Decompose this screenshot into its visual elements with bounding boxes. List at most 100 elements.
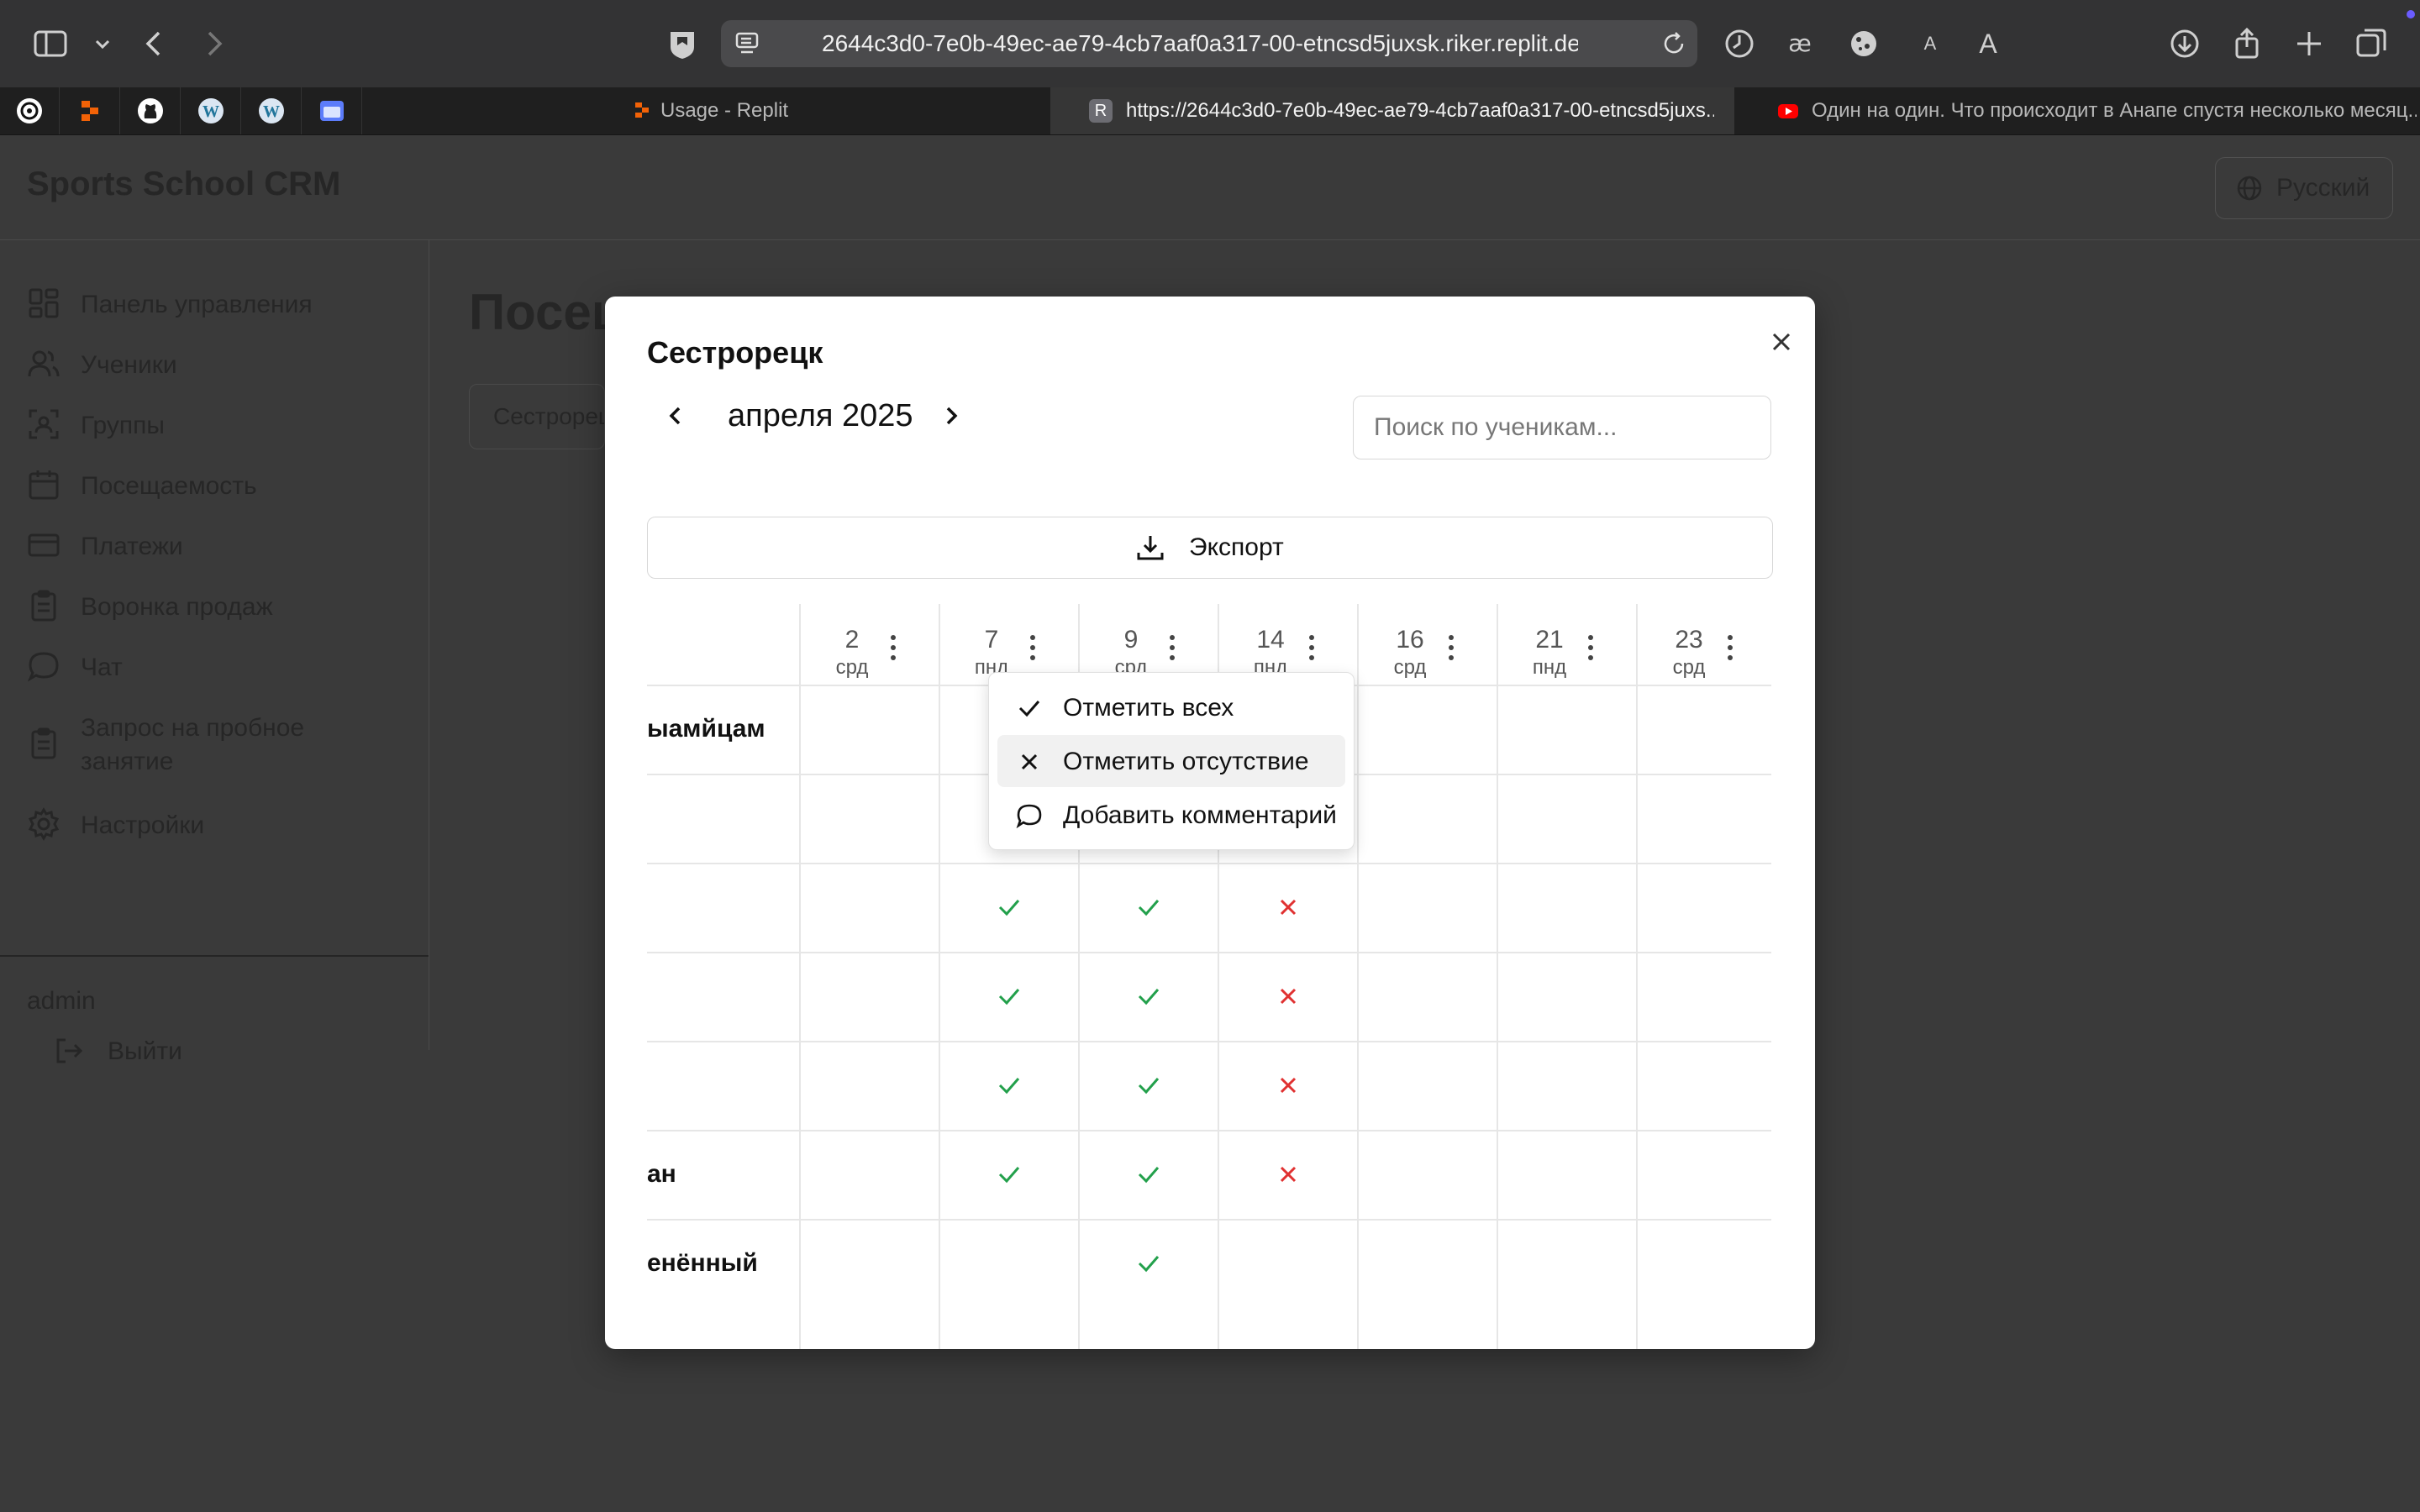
attendance-cell[interactable] xyxy=(1358,685,1497,774)
present-check-icon xyxy=(1134,893,1163,921)
column-menu-button[interactable] xyxy=(1439,622,1464,673)
attendance-cell[interactable] xyxy=(1637,1219,1776,1308)
attendance-cell[interactable] xyxy=(1637,685,1776,774)
attendance-cell[interactable] xyxy=(1637,1130,1776,1219)
text-larger-button[interactable]: A xyxy=(1973,25,2003,62)
attendance-cell[interactable] xyxy=(800,1130,939,1219)
menu-item-mark-all[interactable]: Отметить всех xyxy=(997,681,1345,733)
column-menu-button[interactable] xyxy=(881,622,906,673)
student-name: ыамйцам xyxy=(647,715,765,743)
reload-icon[interactable] xyxy=(1660,30,1687,57)
sidebar-item-trial-request[interactable]: Запрос на пробное занятие xyxy=(27,710,413,777)
attendance-cell[interactable] xyxy=(1358,1041,1497,1130)
attendance-cell[interactable] xyxy=(1637,863,1776,952)
tab-active-crm[interactable]: R https://2644c3d0-7e0b-49ec-ae79-4cb7aa… xyxy=(1050,87,1734,134)
column-menu-button[interactable] xyxy=(1160,622,1185,673)
attendance-cell[interactable] xyxy=(1079,1219,1218,1308)
attendance-cell[interactable] xyxy=(939,1041,1079,1130)
tab-youtube[interactable]: Один на один. Что происходит в Анапе спу… xyxy=(1738,87,2420,134)
attendance-cell[interactable] xyxy=(939,863,1079,952)
attendance-cell[interactable] xyxy=(1079,1130,1218,1219)
attendance-cell[interactable] xyxy=(1497,863,1637,952)
close-button[interactable] xyxy=(1765,325,1798,359)
pinned-tab-replit[interactable] xyxy=(60,87,120,134)
tab-overview-icon[interactable] xyxy=(2353,25,2390,62)
cookie-icon[interactable] xyxy=(1845,25,1882,62)
present-check-icon xyxy=(1134,1071,1163,1100)
sidebar-item-label: Воронка продаж xyxy=(81,593,273,621)
attendance-cell[interactable] xyxy=(800,1219,939,1308)
x-icon xyxy=(1021,753,1038,770)
attendance-cell[interactable] xyxy=(1079,863,1218,952)
column-menu-button[interactable] xyxy=(1718,622,1743,673)
attendance-cell[interactable] xyxy=(800,685,939,774)
attendance-cell[interactable] xyxy=(939,1219,1079,1308)
pinned-tab-wordpress-2[interactable]: W xyxy=(242,87,302,134)
attendance-cell[interactable] xyxy=(1358,863,1497,952)
attendance-cell[interactable] xyxy=(1218,1219,1358,1308)
ae-extension-icon[interactable]: æ xyxy=(1781,25,1818,62)
attendance-cell[interactable] xyxy=(1497,1041,1637,1130)
attendance-cell[interactable] xyxy=(939,952,1079,1041)
attendance-cell[interactable] xyxy=(1497,952,1637,1041)
tab-usage-replit[interactable]: Usage - Replit xyxy=(365,87,1047,134)
absent-x-icon xyxy=(1274,982,1302,1011)
site-settings-icon[interactable] xyxy=(734,30,761,57)
attendance-cell[interactable] xyxy=(1218,1041,1358,1130)
address-bar[interactable]: 2644c3d0-7e0b-49ec-ae79-4cb7aaf0a317-00-… xyxy=(721,20,1697,67)
attendance-cell[interactable] xyxy=(800,863,939,952)
menu-item-label: Отметить отсутствие xyxy=(1063,748,1309,775)
attendance-cell[interactable] xyxy=(1637,952,1776,1041)
prev-month-button[interactable] xyxy=(657,397,694,434)
menu-item-add-comment[interactable]: Добавить комментарий xyxy=(997,789,1345,841)
attendance-cell[interactable] xyxy=(1218,1130,1358,1219)
attendance-cell[interactable] xyxy=(1637,1041,1776,1130)
language-button[interactable]: Русский xyxy=(2215,157,2393,219)
attendance-cell[interactable] xyxy=(1497,1130,1637,1219)
download-icon[interactable] xyxy=(2166,25,2203,62)
chevron-left-icon xyxy=(669,407,681,425)
new-tab-icon[interactable] xyxy=(2291,25,2328,62)
attendance-cell[interactable] xyxy=(939,1130,1079,1219)
column-menu-button[interactable] xyxy=(1020,622,1045,673)
attendance-cell[interactable] xyxy=(1358,774,1497,863)
text-smaller-button[interactable]: A xyxy=(1918,25,1943,62)
group-select[interactable]: Сестрорецк xyxy=(469,384,605,449)
attendance-cell[interactable] xyxy=(800,952,939,1041)
attendance-cell[interactable] xyxy=(1358,1130,1497,1219)
attendance-cell[interactable] xyxy=(1358,952,1497,1041)
column-menu-button[interactable] xyxy=(1299,622,1324,673)
attendance-cell[interactable] xyxy=(1637,774,1776,863)
chevron-down-icon[interactable] xyxy=(84,25,110,62)
attendance-cell[interactable] xyxy=(800,774,939,863)
attendance-cell[interactable] xyxy=(1218,863,1358,952)
share-icon[interactable] xyxy=(2228,25,2265,62)
student-search-input[interactable] xyxy=(1353,396,1771,459)
next-month-button[interactable] xyxy=(933,397,970,434)
menu-item-mark-absent[interactable]: Отметить отсутствие xyxy=(997,735,1345,787)
shield-icon[interactable] xyxy=(664,25,701,62)
attendance-cell[interactable] xyxy=(1358,1219,1497,1308)
forward-icon[interactable] xyxy=(195,25,232,62)
sidebar-toggle-icon[interactable] xyxy=(32,25,69,62)
wordpress-icon: W xyxy=(259,98,284,123)
column-menu-button[interactable] xyxy=(1578,622,1603,673)
language-label: Русский xyxy=(2276,174,2370,202)
back-icon[interactable] xyxy=(136,25,173,62)
attendance-cell[interactable] xyxy=(1218,952,1358,1041)
pinned-tab-github[interactable] xyxy=(121,87,181,134)
more-vertical-icon xyxy=(891,635,896,660)
attendance-cell[interactable] xyxy=(1079,1041,1218,1130)
attendance-cell[interactable] xyxy=(800,1041,939,1130)
pinned-tab-wordpress-1[interactable]: W xyxy=(182,87,241,134)
history-icon[interactable] xyxy=(1721,25,1758,62)
attendance-cell[interactable] xyxy=(1497,685,1637,774)
download-icon xyxy=(1137,536,1164,560)
pinned-tab-openai[interactable] xyxy=(0,87,60,134)
attendance-cell[interactable] xyxy=(1079,952,1218,1041)
export-button[interactable]: Экспорт xyxy=(647,517,1773,579)
attendance-cell[interactable] xyxy=(1497,774,1637,863)
pinned-tab-files[interactable] xyxy=(302,87,362,134)
export-label: Экспорт xyxy=(1189,533,1284,561)
attendance-cell[interactable] xyxy=(1497,1219,1637,1308)
